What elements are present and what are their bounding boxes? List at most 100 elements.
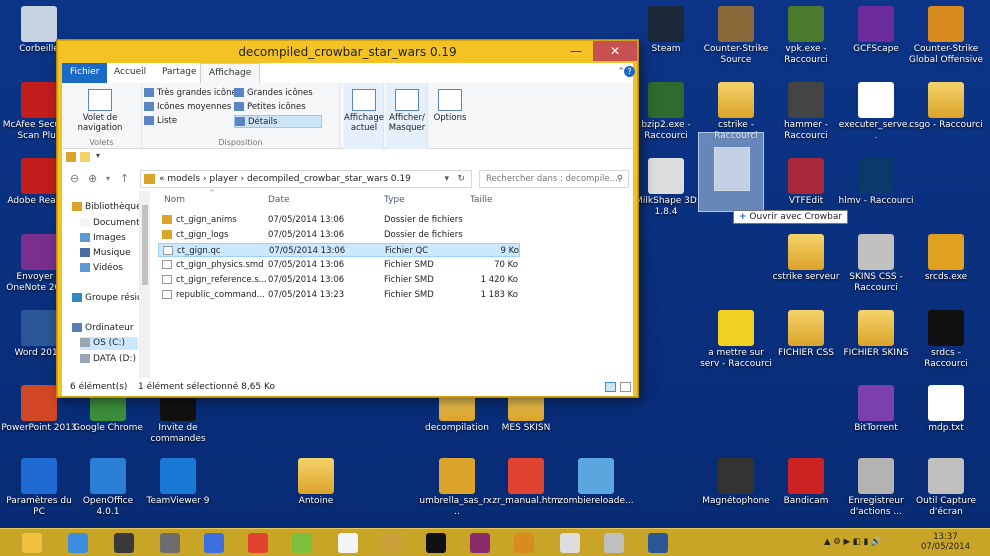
desktop-icon-executer[interactable]: executer_serve... bbox=[838, 82, 914, 142]
taskbar-milkshape[interactable] bbox=[552, 531, 588, 555]
close-button[interactable]: ✕ bbox=[593, 41, 637, 61]
desktop-icon-cstrikeserveur[interactable]: cstrike serveur bbox=[768, 234, 844, 283]
volet-navigation-button[interactable]: Volet de navigation bbox=[70, 89, 130, 133]
desktop-icon-gcfscape[interactable]: GCFScape bbox=[838, 6, 914, 55]
desktop-icon-antoine[interactable]: Antoine bbox=[278, 458, 354, 507]
desktop-icon-milkshape[interactable]: MilkShape 3D 1.8.4 bbox=[628, 158, 704, 218]
taskbar-app4[interactable] bbox=[152, 531, 188, 555]
desktop-icon-cssource[interactable]: Counter-Strike Source bbox=[698, 6, 774, 66]
desktop-icon-amettre[interactable]: a mettre sur serv - Raccourci bbox=[698, 310, 774, 370]
table-row[interactable]: ct_gign_logs 07/05/2014 13:06 Dossier de f… bbox=[158, 228, 520, 242]
nav-item[interactable]: DATA (D:) bbox=[80, 353, 138, 366]
desktop-icon-steam[interactable]: Steam bbox=[628, 6, 704, 55]
nav-scrollbar[interactable] bbox=[140, 191, 150, 378]
taskbar-winrar[interactable] bbox=[462, 531, 498, 555]
desktop-icon-srcdsracc[interactable]: srdcs - Raccourci bbox=[908, 310, 984, 370]
desktop-icon-teamviewer[interactable]: TeamViewer 9 bbox=[140, 458, 216, 507]
nav-item[interactable]: Groupe résidentiel bbox=[72, 292, 139, 305]
back-button[interactable]: ⊖ bbox=[70, 172, 79, 185]
column-name[interactable]: Nom bbox=[164, 195, 185, 205]
desktop-icon-fichiercss[interactable]: FICHIER CSS bbox=[768, 310, 844, 359]
nav-item[interactable]: OS (C:) bbox=[80, 337, 138, 350]
up-button[interactable]: ↑ bbox=[120, 172, 129, 185]
table-row[interactable]: ct_gign_physics.smd 07/05/2014 13:06 Fichi… bbox=[158, 258, 520, 272]
nav-item[interactable]: Bibliothèques bbox=[72, 201, 139, 214]
search-input[interactable]: Rechercher dans : decompile... ⚲ bbox=[479, 170, 629, 188]
explorer-window[interactable]: decompiled_crowbar_star_wars 0.19 — ☐ ✕ … bbox=[57, 40, 638, 397]
refresh-icon[interactable]: ↻ bbox=[457, 171, 465, 187]
column-size[interactable]: Taille bbox=[470, 195, 493, 205]
nav-scroll-thumb[interactable] bbox=[142, 205, 148, 285]
nav-item[interactable]: Documents bbox=[80, 217, 139, 230]
nav-item[interactable]: Images bbox=[80, 232, 138, 245]
help-icon[interactable]: ? bbox=[624, 66, 635, 77]
taskbar-google[interactable] bbox=[196, 531, 232, 555]
title-bar[interactable]: decompiled_crowbar_star_wars 0.19 — ☐ ✕ bbox=[58, 41, 637, 63]
layout-option[interactable]: Grandes icônes bbox=[234, 87, 322, 100]
table-row[interactable]: ct_gign_reference.s... 07/05/2014 13:06 Fi… bbox=[158, 273, 520, 287]
minimize-button[interactable]: — bbox=[563, 41, 589, 61]
table-row[interactable]: ct_gign_anims 07/05/2014 13:06 Dossier de … bbox=[158, 213, 520, 227]
tab-fichier[interactable]: Fichier bbox=[62, 63, 108, 83]
taskbar-explorer[interactable] bbox=[14, 531, 50, 555]
details-view-icon[interactable] bbox=[605, 382, 616, 392]
desktop-icon-outilcapture[interactable]: Outil Capture d'écran bbox=[908, 458, 984, 518]
options-button[interactable]: Options bbox=[430, 89, 470, 123]
search-icon[interactable]: ⚲ bbox=[617, 171, 623, 187]
desktop-icon-parametres[interactable]: Paramètres du PC bbox=[1, 458, 77, 518]
nav-item[interactable]: Ordinateur bbox=[72, 322, 138, 335]
desktop-icon-skinscss[interactable]: SKINS CSS - Raccourci bbox=[838, 234, 914, 294]
clock[interactable]: 13:37 07/05/2014 bbox=[921, 532, 970, 552]
desktop-icon-csgoracc[interactable]: csgo - Raccourci bbox=[908, 82, 984, 131]
desktop-icon-enregistreur[interactable]: Enregistreur d'actions ... bbox=[838, 458, 914, 518]
desktop-icon-srcds[interactable]: srcds.exe bbox=[908, 234, 984, 283]
tray-icons[interactable]: ▲ ⚙ ▶ ◧ ▮ 🔊 bbox=[824, 537, 882, 547]
nav-item[interactable]: Vidéos bbox=[80, 262, 138, 275]
nav-item[interactable]: Musique bbox=[80, 247, 138, 260]
desktop-icon-openoffice[interactable]: OpenOffice 4.0.1 bbox=[70, 458, 146, 518]
taskbar-app12[interactable] bbox=[506, 531, 542, 555]
address-input[interactable]: « models › player › decompiled_crowbar_s… bbox=[140, 170, 472, 188]
layout-option[interactable]: Détails bbox=[234, 115, 322, 128]
desktop-icon-vtfedit[interactable]: VTFEdit bbox=[768, 158, 844, 207]
taskbar-chrome[interactable] bbox=[240, 531, 276, 555]
column-type[interactable]: Type bbox=[384, 195, 405, 205]
taskbar-ie[interactable] bbox=[60, 531, 96, 555]
address-dropdown-icon[interactable]: ▾ bbox=[444, 171, 449, 187]
taskbar-steam-like[interactable] bbox=[106, 531, 142, 555]
large-icons-view-icon[interactable] bbox=[620, 382, 631, 392]
column-date[interactable]: Date bbox=[268, 195, 290, 205]
table-row[interactable]: ct_gign.qc 07/05/2014 13:06 Fichier QC 9 Ko bbox=[158, 243, 520, 257]
desktop-icon-zrmanual[interactable]: zr_manual.htm bbox=[488, 458, 564, 507]
taskbar-cmd[interactable] bbox=[418, 531, 454, 555]
desktop-icon-hlmv[interactable]: hlmv - Raccourci bbox=[838, 158, 914, 207]
layout-option[interactable]: Petites icônes bbox=[234, 101, 322, 114]
layout-option[interactable]: Icônes moyennes bbox=[144, 101, 232, 114]
desktop-icon-fichierskins[interactable]: FICHIER SKINS bbox=[838, 310, 914, 359]
desktop-icon-zombie[interactable]: zombiereloade... bbox=[558, 458, 634, 507]
desktop-icon-hammer[interactable]: hammer - Raccourci bbox=[768, 82, 844, 142]
properties-icon[interactable] bbox=[66, 152, 76, 162]
desktop-icon-mdp[interactable]: mdp.txt bbox=[908, 385, 984, 434]
layout-option[interactable]: Très grandes icônes bbox=[144, 87, 241, 100]
desktop-icon-vpk[interactable]: vpk.exe - Raccourci bbox=[768, 6, 844, 66]
desktop-icon-bandicam[interactable]: Bandicam bbox=[768, 458, 844, 507]
recent-dropdown-icon[interactable]: ▾ bbox=[106, 174, 110, 183]
tab-accueil[interactable]: Accueil bbox=[106, 63, 154, 83]
taskbar-vpk[interactable] bbox=[596, 531, 632, 555]
table-row[interactable]: republic_command... 07/05/2014 13:23 Fichi… bbox=[158, 288, 520, 302]
desktop-icon-bzip2[interactable]: bzip2.exe - Raccourci bbox=[628, 82, 704, 142]
afficher-masquer-button[interactable]: Afficher/ Masquer bbox=[386, 89, 428, 133]
affichage-actuel-button[interactable]: Affichage actuel bbox=[344, 89, 384, 133]
taskbar-notepadpp[interactable] bbox=[284, 531, 320, 555]
desktop-icon-umbrella[interactable]: umbrella_sas_rx... bbox=[419, 458, 495, 518]
taskbar-gcfscape[interactable] bbox=[330, 531, 366, 555]
desktop-icon-magnetophone[interactable]: Magnétophone bbox=[698, 458, 774, 507]
tab-partage[interactable]: Partage bbox=[154, 63, 205, 83]
taskbar-word[interactable] bbox=[640, 531, 676, 555]
taskbar-paint[interactable] bbox=[374, 531, 410, 555]
new-folder-icon[interactable] bbox=[80, 152, 90, 162]
tab-affichage[interactable]: Affichage bbox=[200, 63, 261, 83]
forward-button[interactable]: ⊕ bbox=[88, 172, 97, 185]
layout-option[interactable]: Liste bbox=[144, 115, 232, 128]
